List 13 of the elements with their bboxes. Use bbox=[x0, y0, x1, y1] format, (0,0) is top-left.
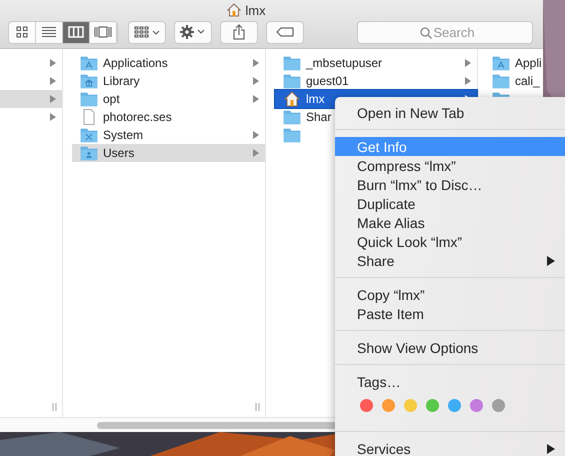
file-name: _mbsetupuser bbox=[306, 56, 382, 70]
file-name: Shar bbox=[306, 110, 332, 124]
file-name: Library bbox=[103, 74, 140, 88]
file-name: opt bbox=[103, 92, 120, 106]
file-name: System bbox=[103, 128, 144, 142]
file-name: Appli bbox=[515, 56, 542, 70]
file-name: guest01 bbox=[306, 74, 349, 88]
file-name: cali_ bbox=[515, 74, 540, 88]
file-name: lmx bbox=[306, 92, 325, 106]
file-name: Users bbox=[103, 146, 134, 160]
window-title: lmx bbox=[245, 2, 266, 18]
file-name: photorec.ses bbox=[103, 110, 172, 124]
file-name: Applications bbox=[103, 56, 168, 70]
